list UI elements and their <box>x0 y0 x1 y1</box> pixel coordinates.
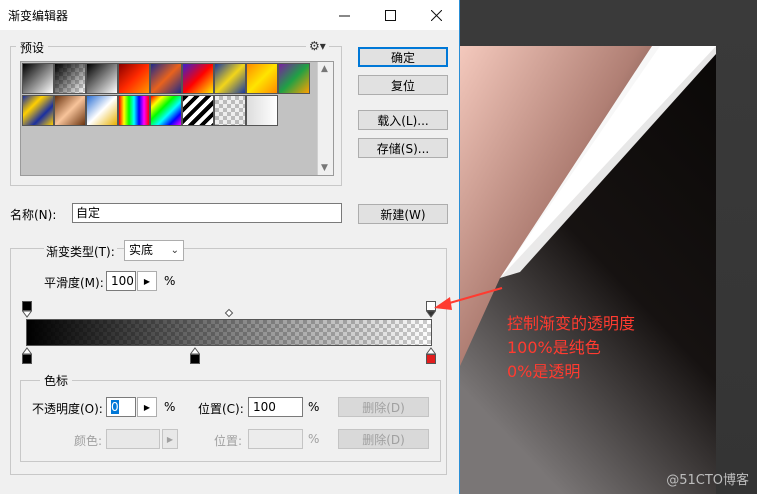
new-button[interactable]: 新建(W) <box>358 204 448 224</box>
location-input[interactable]: 100 <box>248 397 303 417</box>
preset-swatch[interactable] <box>22 63 54 94</box>
minimize-button[interactable] <box>321 0 367 30</box>
gear-icon[interactable]: ⚙▾ <box>306 39 329 53</box>
scroll-up-icon[interactable]: ▲ <box>321 64 328 74</box>
color-stop-left[interactable] <box>22 347 32 364</box>
color-label: 颜色: <box>74 434 103 448</box>
watermark: @51CTO博客 <box>666 473 749 488</box>
annotation-arrow <box>434 287 503 310</box>
ok-button[interactable]: 确定 <box>358 47 448 67</box>
preset-swatch[interactable] <box>86 95 118 126</box>
color-location-input[interactable] <box>248 429 303 449</box>
name-input[interactable]: 自定 <box>72 203 342 223</box>
preset-swatch[interactable] <box>214 63 246 94</box>
location-percent: % <box>308 400 320 414</box>
preset-swatch[interactable] <box>54 95 86 126</box>
color-location-percent: % <box>308 432 320 446</box>
smoothness-stepper[interactable]: ▶ <box>137 271 157 291</box>
color-swatch[interactable] <box>106 429 160 449</box>
gradient-fill <box>27 320 431 345</box>
document-canvas[interactable]: 控制渐变的透明度 100%是纯色 0%是透明 <box>460 46 716 494</box>
color-stop-middle[interactable] <box>190 347 200 364</box>
delete-color-stop-button[interactable]: 删除(D) <box>338 429 429 449</box>
opacity-label: 不透明度(O): <box>32 402 103 416</box>
preset-swatch[interactable] <box>150 63 182 94</box>
preset-swatch[interactable] <box>22 95 54 126</box>
opacity-percent: % <box>164 400 176 414</box>
smoothness-input[interactable]: 100 <box>106 271 136 291</box>
preset-swatch[interactable] <box>118 95 150 126</box>
close-icon <box>430 9 442 21</box>
chevron-down-icon: ⌄ <box>170 245 179 256</box>
maximize-icon <box>384 9 396 21</box>
preset-swatch-panel[interactable]: ▲ ▼ <box>20 61 334 176</box>
color-location-label: 位置: <box>214 434 243 448</box>
preset-swatch[interactable] <box>246 95 278 126</box>
annotation-text: 控制渐变的透明度 100%是纯色 0%是透明 <box>507 312 635 384</box>
smoothness-percent: % <box>164 274 176 288</box>
title-bar[interactable]: 渐变编辑器 <box>0 0 459 30</box>
color-stops-group <box>20 380 441 462</box>
opacity-value: 0 <box>111 400 119 414</box>
play-arrow-icon: ▶ <box>166 434 174 444</box>
save-button[interactable]: 存储(S)... <box>358 138 448 158</box>
opacity-stop-left[interactable] <box>22 301 32 318</box>
delete-opacity-stop-button[interactable]: 删除(D) <box>338 397 429 417</box>
maximize-button[interactable] <box>367 0 413 30</box>
annotation-line-3: 0%是透明 <box>507 362 581 381</box>
gradient-type-value: 实底 <box>129 243 154 257</box>
preset-swatch[interactable] <box>182 63 214 94</box>
reset-button[interactable]: 复位 <box>358 75 448 95</box>
window-title: 渐变编辑器 <box>8 9 69 23</box>
gradient-type-select[interactable]: 实底 ⌄ <box>124 240 184 261</box>
canvas-gradient-image <box>460 46 716 494</box>
preset-swatch[interactable] <box>150 95 182 126</box>
preset-swatch[interactable] <box>278 63 310 94</box>
presets-scrollbar[interactable]: ▲ ▼ <box>317 62 333 175</box>
name-label: 名称(N): <box>10 208 57 222</box>
preset-swatch[interactable] <box>86 63 118 94</box>
opacity-stepper[interactable]: ▶ <box>137 397 157 417</box>
play-arrow-icon: ▶ <box>143 402 151 412</box>
preset-swatch[interactable] <box>54 63 86 94</box>
close-button[interactable] <box>413 0 459 30</box>
preset-swatch[interactable] <box>246 63 278 94</box>
load-button[interactable]: 载入(L)... <box>358 110 448 130</box>
play-arrow-icon: ▶ <box>143 276 151 286</box>
presets-label: 预设 <box>16 39 49 56</box>
color-stops-label: 色标 <box>40 372 73 389</box>
smoothness-label: 平滑度(M): <box>44 276 104 290</box>
location-label: 位置(C): <box>198 402 244 416</box>
color-stepper[interactable]: ▶ <box>162 429 178 449</box>
preset-swatch[interactable] <box>118 63 150 94</box>
gradient-type-label: 渐变类型(T): <box>44 243 117 260</box>
color-stop-right[interactable] <box>426 347 436 364</box>
preset-swatch[interactable] <box>214 95 246 126</box>
canvas-area: 控制渐变的透明度 100%是纯色 0%是透明 @51CTO博客 <box>460 0 757 494</box>
annotation-line-1: 控制渐变的透明度 <box>507 314 636 333</box>
preset-swatch[interactable] <box>182 95 214 126</box>
gradient-editor-dialog: 渐变编辑器 预设 ⚙▾ ▲ ▼ 确定 复位 载入(L)... 存储(S)... … <box>0 0 460 494</box>
preset-swatches <box>22 63 318 127</box>
annotation-line-2: 100%是纯色 <box>507 338 601 357</box>
scroll-down-icon[interactable]: ▼ <box>321 163 328 173</box>
minimize-icon <box>338 15 350 16</box>
gradient-preview-bar[interactable] <box>26 319 432 346</box>
opacity-input[interactable]: 0 <box>106 397 136 417</box>
